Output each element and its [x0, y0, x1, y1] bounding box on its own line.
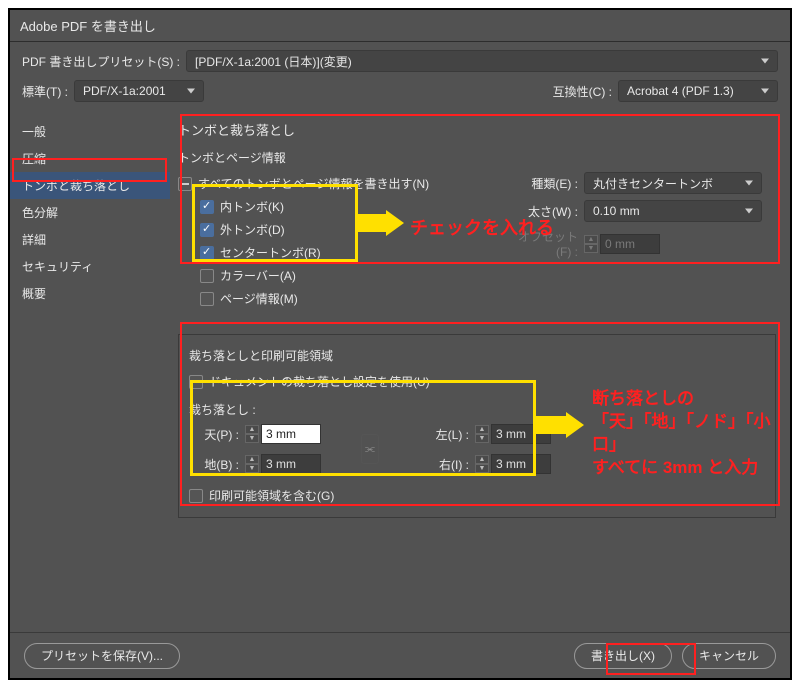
- sidebar-item-summary[interactable]: 概要: [10, 280, 170, 307]
- pageinfo-checkbox[interactable]: [200, 292, 214, 306]
- bleed-bottom-input[interactable]: [261, 454, 321, 474]
- marks-offset-label: オフセット(F) :: [512, 228, 584, 259]
- bleed-bottom-label: 地(B) :: [189, 456, 245, 473]
- include-slug-checkbox[interactable]: [189, 489, 203, 503]
- compat-dropdown[interactable]: Acrobat 4 (PDF 1.3): [618, 80, 778, 102]
- panel-title: トンボと裁ち落とし: [178, 120, 776, 139]
- inner-marks-label: 内トンボ(K): [220, 198, 284, 215]
- center-marks-label: センタートンボ(R): [220, 244, 321, 261]
- compat-label: 互換性(C) :: [553, 83, 612, 100]
- export-button[interactable]: 書き出し(X): [574, 643, 672, 669]
- bleed-left-label: 左(L) :: [419, 426, 475, 443]
- marks-type-dropdown[interactable]: 丸付きセンタートンボ: [584, 172, 762, 194]
- bleed-section-label: 裁ち落とし :: [189, 401, 765, 418]
- marks-type-value: 丸付きセンタートンボ: [593, 175, 713, 192]
- bleed-right-spinner[interactable]: ▲▼: [475, 454, 551, 474]
- preset-value: [PDF/X-1a:2001 (日本)](変更): [195, 53, 352, 70]
- cancel-button[interactable]: キャンセル: [682, 643, 776, 669]
- preset-label: PDF 書き出しプリセット(S) :: [22, 53, 180, 70]
- preset-dropdown[interactable]: [PDF/X-1a:2001 (日本)](変更): [186, 50, 778, 72]
- marks-weight-value: 0.10 mm: [593, 204, 640, 218]
- inner-marks-checkbox[interactable]: [200, 200, 214, 214]
- sidebar-item-general[interactable]: 一般: [10, 118, 170, 145]
- category-sidebar: 一般 圧縮 トンボと裁ち落とし 色分解 詳細 セキュリティ 概要: [10, 110, 170, 630]
- marks-type-label: 種類(E) :: [512, 175, 584, 192]
- standard-label: 標準(T) :: [22, 83, 68, 100]
- down-arrow-icon: ▼: [584, 244, 598, 253]
- marks-weight-label: 太さ(W) :: [512, 203, 584, 220]
- bleed-left-input[interactable]: [491, 424, 551, 444]
- sidebar-item-marks[interactable]: トンボと裁ち落とし: [10, 172, 170, 199]
- all-marks-label: すべてのトンボとページ情報を書き出す(N): [198, 175, 429, 192]
- sidebar-item-security[interactable]: セキュリティ: [10, 253, 170, 280]
- marks-group-title: トンボとページ情報: [178, 149, 776, 166]
- standard-dropdown[interactable]: PDF/X-1a:2001: [74, 80, 204, 102]
- bleed-left-spinner[interactable]: ▲▼: [475, 424, 551, 444]
- bleed-top-label: 天(P) :: [189, 426, 245, 443]
- marks-weight-dropdown[interactable]: 0.10 mm: [584, 200, 762, 222]
- colorbar-label: カラーバー(A): [220, 267, 296, 284]
- dialog-title: Adobe PDF を書き出し: [10, 10, 790, 42]
- bleed-bottom-spinner[interactable]: ▲▼: [245, 454, 321, 474]
- marks-offset-input: [600, 234, 660, 254]
- bleed-top-spinner[interactable]: ▲▼: [245, 424, 321, 444]
- center-marks-checkbox[interactable]: [200, 246, 214, 260]
- include-slug-label: 印刷可能領域を含む(G): [209, 487, 334, 504]
- outer-marks-checkbox[interactable]: [200, 223, 214, 237]
- marks-offset-spinner: ▲▼: [584, 234, 660, 254]
- compat-value: Acrobat 4 (PDF 1.3): [627, 84, 734, 98]
- sidebar-item-advanced[interactable]: 詳細: [10, 226, 170, 253]
- bleed-right-label: 右(I) :: [419, 456, 475, 473]
- save-preset-button[interactable]: プリセットを保存(V)...: [24, 643, 180, 669]
- outer-marks-label: 外トンボ(D): [220, 221, 285, 238]
- sidebar-item-compression[interactable]: 圧縮: [10, 145, 170, 172]
- use-doc-bleed-checkbox[interactable]: [189, 375, 203, 389]
- all-marks-checkbox[interactable]: [178, 177, 192, 191]
- use-doc-bleed-label: ドキュメントの裁ち落とし設定を使用(U): [209, 373, 430, 390]
- pageinfo-label: ページ情報(M): [220, 290, 298, 307]
- colorbar-checkbox[interactable]: [200, 269, 214, 283]
- up-arrow-icon: ▲: [584, 235, 598, 244]
- standard-value: PDF/X-1a:2001: [83, 84, 166, 98]
- bleed-top-input[interactable]: [261, 424, 321, 444]
- bleed-group-title: 裁ち落としと印刷可能領域: [189, 347, 765, 364]
- bleed-right-input[interactable]: [491, 454, 551, 474]
- sidebar-item-output[interactable]: 色分解: [10, 199, 170, 226]
- link-icon[interactable]: ⫘: [361, 434, 379, 464]
